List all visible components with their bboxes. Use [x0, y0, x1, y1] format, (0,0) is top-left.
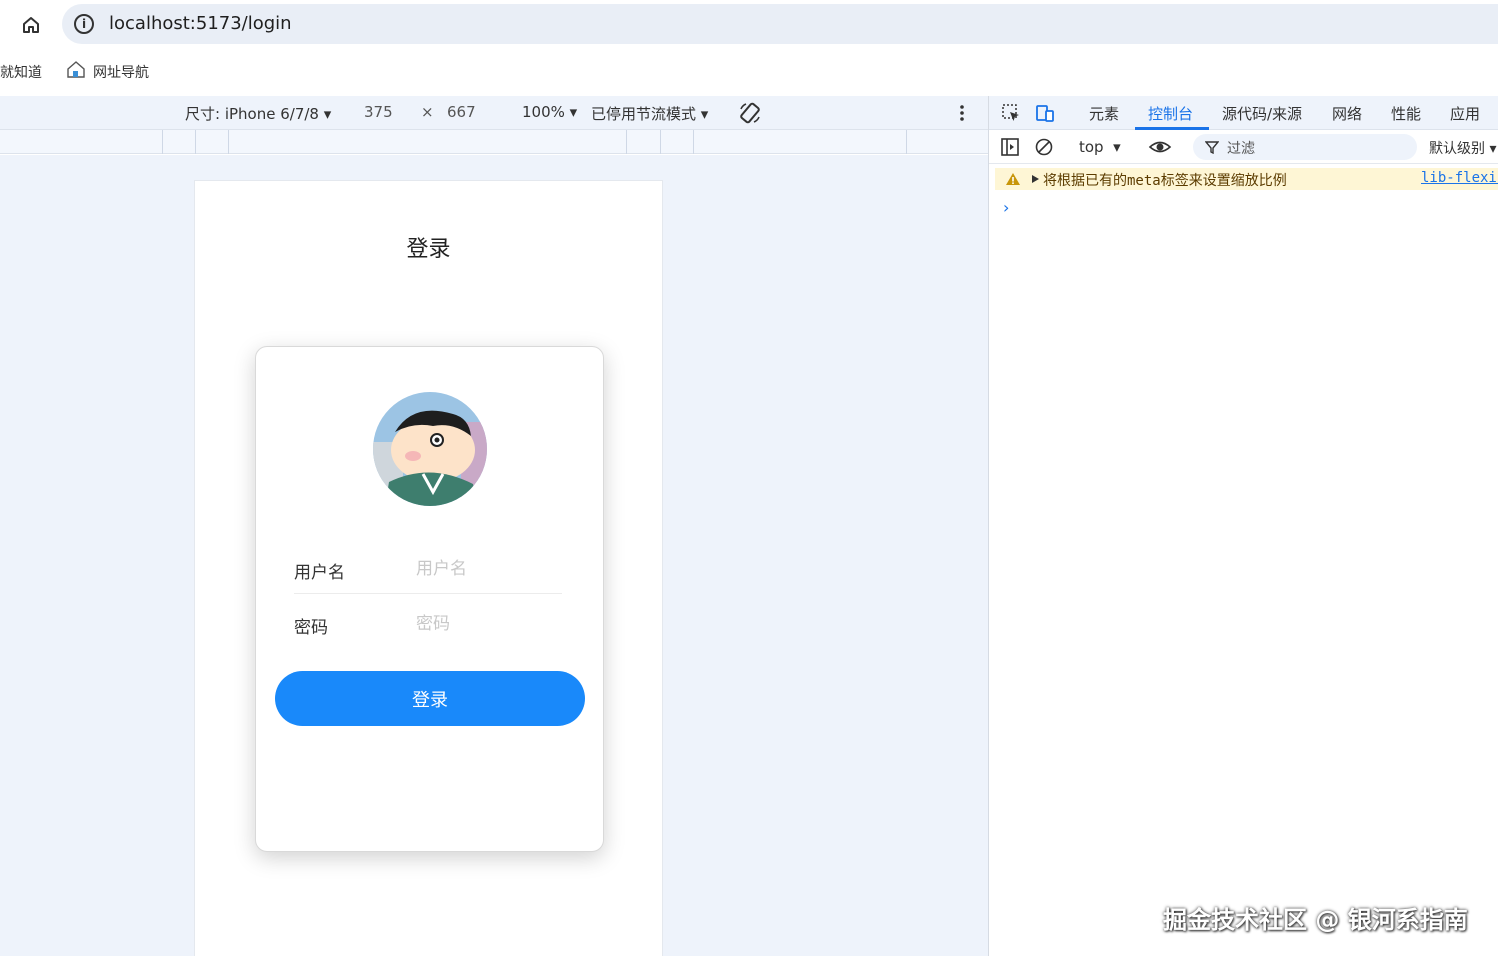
tab-performance[interactable]: 性能: [1391, 103, 1421, 124]
tab-network[interactable]: 网络: [1332, 103, 1362, 124]
eye-icon[interactable]: [1148, 137, 1172, 157]
more-options-icon[interactable]: [954, 104, 970, 122]
console-warning-message: 将根据已有的meta标签来设置缩放比例: [1043, 173, 1287, 189]
devtools-tab-bar: 元素 控制台 源代码/来源 网络 性能 应用: [989, 96, 1498, 130]
device-height-input[interactable]: 667: [447, 103, 476, 121]
password-row: 密码: [294, 599, 562, 649]
bookmark-nav[interactable]: 网址导航: [93, 62, 149, 82]
tab-sources[interactable]: 源代码/来源: [1222, 103, 1302, 124]
home-icon[interactable]: [18, 12, 44, 38]
password-label: 密码: [294, 618, 328, 638]
filter-input[interactable]: 过滤: [1193, 134, 1417, 160]
username-input[interactable]: [416, 554, 562, 584]
site-info-icon[interactable]: i: [74, 14, 94, 34]
bookmarks-bar: 就知道 网址导航: [0, 52, 1498, 90]
login-card: 用户名 密码 登录: [255, 346, 604, 852]
filter-placeholder: 过滤: [1227, 141, 1255, 157]
browser-top-bar: i localhost:5173/login: [0, 0, 1498, 48]
context-label: top: [1079, 138, 1104, 156]
console-warning-row: 将根据已有的meta标签来设置缩放比例 lib-flexib: [995, 168, 1498, 190]
device-dimensions-label: 尺寸: iPhone 6/7/8: [185, 105, 319, 123]
throttle-select[interactable]: 已停用节流模式 ▾: [591, 103, 708, 124]
tab-elements[interactable]: 元素: [1089, 103, 1119, 124]
context-select[interactable]: top ▾: [1079, 138, 1121, 156]
username-label: 用户名: [294, 563, 345, 583]
inspect-element-icon[interactable]: [1001, 103, 1021, 123]
login-button[interactable]: 登录: [275, 671, 585, 726]
sidebar-toggle-icon[interactable]: [1000, 137, 1020, 157]
rotate-icon[interactable]: [738, 101, 762, 125]
expand-triangle-icon[interactable]: [1030, 174, 1040, 184]
device-toggle-icon[interactable]: [1035, 103, 1055, 123]
url-text[interactable]: localhost:5173/login: [109, 13, 292, 34]
bookmark-zhidao[interactable]: 就知道: [0, 62, 42, 82]
warning-icon: [1006, 173, 1020, 185]
device-dimensions-select[interactable]: 尺寸: iPhone 6/7/8 ▾: [185, 103, 331, 124]
device-toolbar: 尺寸: iPhone 6/7/8 ▾ 375 × 667 100% ▾ 已停用节…: [0, 96, 988, 130]
console-toolbar: top ▾ 过滤 默认级别 ▾: [989, 130, 1498, 164]
media-query-ruler: [0, 130, 988, 154]
password-input[interactable]: [416, 609, 562, 639]
log-level-label: 默认级别: [1429, 141, 1485, 157]
device-viewport: 登录 用户名 密码 登录: [194, 180, 663, 956]
throttle-label: 已停用节流模式: [591, 105, 697, 123]
address-bar[interactable]: i localhost:5173/login: [62, 4, 1498, 44]
username-row: 用户名: [294, 544, 562, 594]
avatar: [373, 392, 487, 506]
tab-console[interactable]: 控制台: [1148, 103, 1193, 124]
clear-console-icon[interactable]: [1034, 137, 1054, 157]
filter-icon: [1205, 141, 1219, 154]
console-prompt[interactable]: ›: [1003, 198, 1009, 217]
house-icon: [67, 61, 85, 78]
page-title: 登录: [406, 237, 451, 262]
devtools-panel: 元素 控制台 源代码/来源 网络 性能 应用 top ▾ 过滤 默认级别 ▾ 将…: [988, 96, 1498, 956]
zoom-label: 100%: [522, 103, 565, 121]
times-icon: ×: [421, 103, 434, 121]
console-warning-source-link[interactable]: lib-flexib: [1421, 170, 1498, 186]
zoom-select[interactable]: 100% ▾: [522, 103, 577, 121]
tab-application[interactable]: 应用: [1450, 103, 1480, 124]
device-width-input[interactable]: 375: [364, 103, 393, 121]
watermark: 掘金技术社区 @ 银河系指南: [1163, 906, 1468, 934]
log-level-select[interactable]: 默认级别 ▾: [1429, 138, 1496, 158]
